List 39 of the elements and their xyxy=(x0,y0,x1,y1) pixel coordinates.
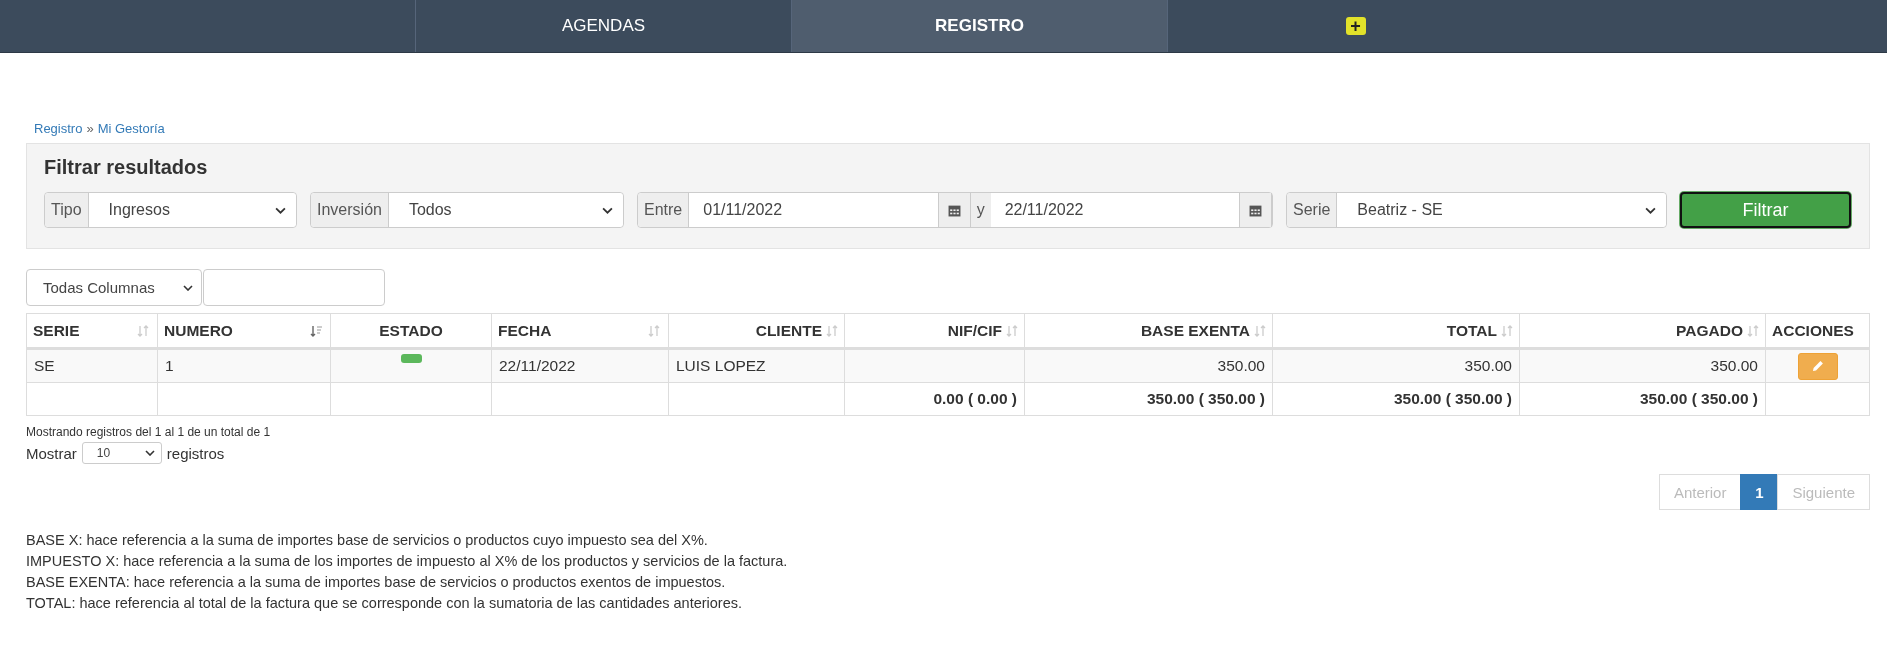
total-cell: 350.00 ( 350.00 ) xyxy=(1519,382,1766,416)
column-select[interactable]: Todas Columnas xyxy=(26,269,202,306)
sort-icon xyxy=(137,325,149,337)
length-label: registros xyxy=(166,444,225,462)
records-info: Mostrando registros del 1 al 1 de un total de 1 xyxy=(26,425,272,439)
page-size-select[interactable]: 10 xyxy=(81,442,162,464)
sort-descending-icon xyxy=(310,325,322,337)
chevron-down-icon xyxy=(144,450,155,456)
sort-icon xyxy=(1254,325,1266,337)
table-cell: 350.00 xyxy=(1272,348,1520,383)
legend-note: IMPUESTO X: hace referencia a la suma de los importes de impuesto al X% de los productos y servicios de la factura. xyxy=(26,552,789,571)
pencil-icon xyxy=(1811,360,1824,372)
sort-icon xyxy=(1747,325,1759,337)
total-cell: 0.00 ( 0.00 ) xyxy=(844,382,1025,416)
total-cell: 350.00 ( 350.00 ) xyxy=(1024,382,1273,416)
search-field[interactable] xyxy=(203,269,385,306)
table-cell: SE xyxy=(26,348,158,383)
sort-icon xyxy=(648,325,660,337)
table-cell: 350.00 xyxy=(1519,348,1766,383)
sort-icon xyxy=(1501,325,1513,337)
breadcrumb-link[interactable]: Registro xyxy=(34,120,83,136)
legend-note: BASE EXENTA: hace referencia a la suma de importes base de servicios o productos exentos de impuestos. xyxy=(26,573,727,592)
table-cell: 22/11/2022 xyxy=(491,348,669,383)
legend-note: TOTAL: hace referencia al total de la factura que se corresponde con la sumatoria de las cantidades anteriores. xyxy=(26,594,743,613)
chevron-down-icon xyxy=(183,284,193,291)
length-label: Mostrar xyxy=(26,444,77,462)
pagination-button[interactable]: 1 xyxy=(1740,474,1779,510)
nav-tab[interactable]: REGISTRO xyxy=(792,0,1168,52)
table-cell: LUIS LOPEZ xyxy=(668,348,845,383)
sort-icon xyxy=(826,325,838,337)
breadcrumb-link[interactable]: Mi Gestoría xyxy=(97,120,165,136)
add-tab-button[interactable]: + xyxy=(1345,17,1366,35)
legend-note: BASE X: hace referencia a la suma de importes base de servicios o productos cuyo impuesto sea del X%. xyxy=(26,531,709,550)
table-cell: 1 xyxy=(157,348,331,383)
table-cell: 350.00 xyxy=(1024,348,1273,383)
total-cell: 350.00 ( 350.00 ) xyxy=(1272,382,1520,416)
sort-icon xyxy=(1006,325,1018,337)
breadcrumb-separator: » xyxy=(86,120,94,136)
filter-title: Filtrar resultados xyxy=(44,156,209,179)
